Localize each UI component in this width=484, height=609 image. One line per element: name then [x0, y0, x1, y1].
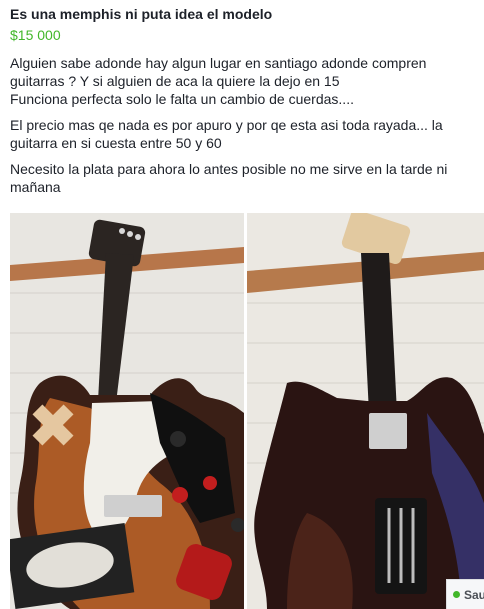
post-price: $15 000	[10, 27, 61, 43]
description-paragraph: El precio mas qe nada es por apuro y por…	[10, 116, 476, 152]
post-description: Alguien sabe adonde hay algun lugar en s…	[10, 54, 476, 196]
description-line: guitarra en si cuesta entre 50 y 60	[10, 135, 222, 151]
guitar-front-image	[10, 213, 244, 609]
guitar-front-photo[interactable]	[10, 213, 244, 609]
description-line: guitarras ? Y si alguien de aca la quier…	[10, 73, 340, 89]
description-line: El precio mas qe nada es por apuro y por…	[10, 117, 443, 133]
description-paragraph: Alguien sabe adonde hay algun lugar en s…	[10, 54, 476, 108]
description-line: Necesito la plata para ahora lo antes po…	[10, 161, 448, 177]
post-title: Es una memphis ni puta idea el modelo	[10, 6, 273, 22]
photo-gallery: Saul C	[10, 213, 484, 609]
chat-contact-tab[interactable]: Saul C	[446, 579, 484, 609]
marketplace-post: Es una memphis ni puta idea el modelo $1…	[10, 6, 476, 204]
guitar-back-photo[interactable]: Saul C	[247, 213, 484, 609]
guitar-back-image	[247, 213, 484, 609]
online-status-icon	[453, 591, 460, 598]
description-line: Funciona perfecta solo le falta un cambi…	[10, 91, 354, 107]
description-line: mañana	[10, 179, 61, 195]
chat-contact-name: Saul C	[464, 588, 484, 602]
description-paragraph: Necesito la plata para ahora lo antes po…	[10, 160, 476, 196]
description-line: Alguien sabe adonde hay algun lugar en s…	[10, 55, 427, 71]
